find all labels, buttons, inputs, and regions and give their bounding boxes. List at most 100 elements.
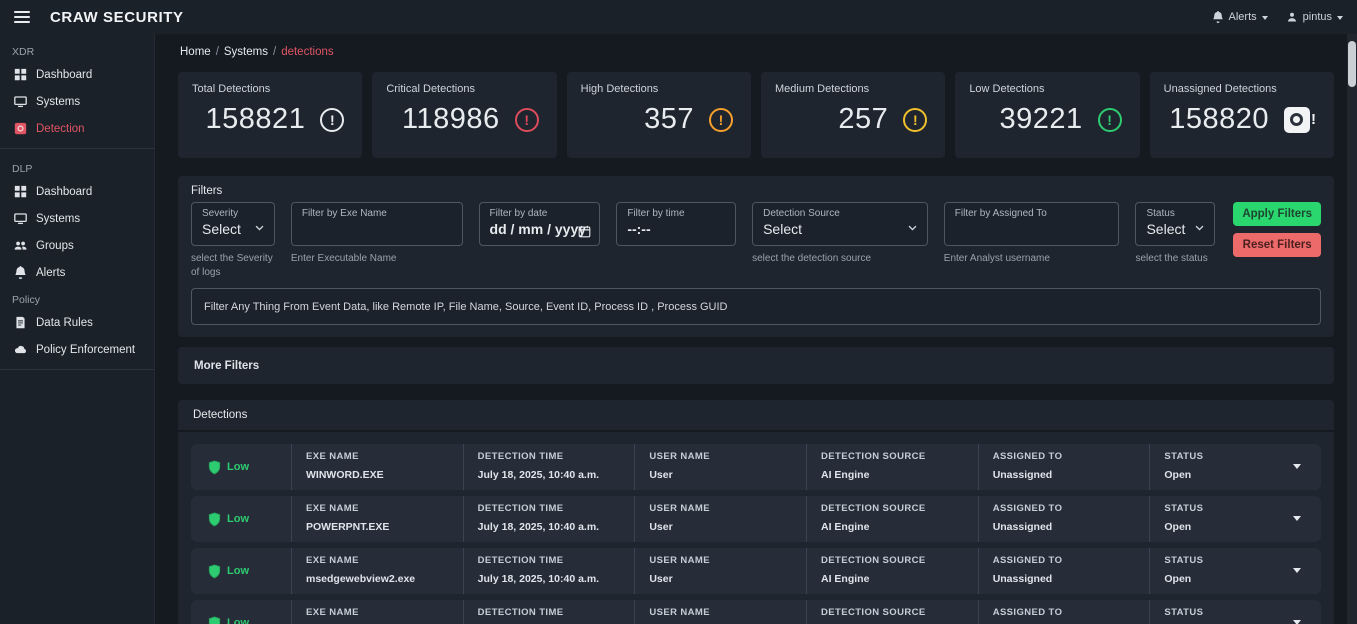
breadcrumb-separator: / — [216, 46, 219, 58]
calendar-icon[interactable] — [578, 225, 591, 243]
user-name-cell: USER NAME User — [634, 444, 806, 490]
column-header: DETECTION TIME — [478, 503, 635, 514]
column-header: STATUS — [1164, 607, 1321, 618]
breadcrumb-home[interactable]: Home — [180, 46, 211, 58]
status-cell: STATUS Open — [1149, 548, 1321, 594]
detection-source-cell: DETECTION SOURCE AI Engine — [806, 600, 978, 624]
detection-source-cell: DETECTION SOURCE AI Engine — [806, 548, 978, 594]
exe-name-input[interactable]: Filter by Exe Name — [291, 202, 463, 246]
topbar: CRAW SECURITY Alerts pintus — [0, 0, 1357, 34]
filters-title: Filters — [191, 185, 1321, 197]
stat-card: Unassigned Detections 158820 ! — [1150, 72, 1334, 158]
exe-name-cell: EXE NAME POWERPNT.EXE — [291, 600, 463, 624]
chevron-down-icon — [1194, 220, 1205, 238]
sidebar-item-dlp-alerts[interactable]: Alerts — [0, 259, 154, 286]
detection-source-cell: DETECTION SOURCE AI Engine — [806, 496, 978, 542]
sidebar-item-xdr-systems[interactable]: Systems — [0, 88, 154, 115]
column-header: EXE NAME — [306, 451, 463, 462]
user-name-value: User — [649, 521, 806, 533]
menu-toggle-icon[interactable] — [14, 11, 30, 23]
stat-card-value: 158821 — [206, 103, 306, 136]
shield-icon — [207, 564, 222, 579]
apply-filters-button[interactable]: Apply Filters — [1233, 202, 1321, 226]
exe-name-value: WINWORD.EXE — [306, 469, 463, 481]
cloud-icon — [14, 343, 28, 356]
sidebar-section-xdr: XDR — [0, 38, 154, 61]
detection-time-value: July 18, 2025, 10:40 a.m. — [478, 521, 635, 533]
assigned-helper-text: Enter Analyst username — [944, 252, 1120, 266]
detection-source-select[interactable]: Detection Source Select — [752, 202, 928, 246]
stat-card-label: Low Detections — [969, 83, 1125, 95]
shield-icon — [207, 512, 222, 527]
reset-filters-button[interactable]: Reset Filters — [1233, 233, 1321, 257]
main-content: Home/Systems/detections Total Detections… — [155, 34, 1347, 624]
severity-badge: Low — [191, 496, 291, 542]
sidebar-item-dlp-groups[interactable]: Groups — [0, 232, 154, 259]
status-dropdown-caret-icon[interactable] — [1293, 568, 1301, 573]
severity-select[interactable]: Severity Select — [191, 202, 275, 246]
chevron-down-icon — [907, 220, 918, 238]
user-name-cell: USER NAME User — [634, 600, 806, 624]
assigned-to-cell: ASSIGNED TO Unassigned — [978, 600, 1150, 624]
severity-filter-group: Severity Select select the Severity of l… — [191, 202, 275, 279]
sidebar-item-label: Groups — [36, 240, 74, 252]
column-header: DETECTION SOURCE — [821, 451, 978, 462]
detection-source-select-label: Detection Source — [763, 208, 917, 219]
column-header: EXE NAME — [306, 555, 463, 566]
stat-card: Low Detections 39221 ! — [955, 72, 1139, 158]
alerts-dropdown[interactable]: Alerts — [1212, 11, 1268, 23]
column-header: EXE NAME — [306, 607, 463, 618]
scrollbar-thumb[interactable] — [1348, 41, 1356, 87]
user-dropdown[interactable]: pintus — [1286, 11, 1343, 23]
exe-helper-text: Enter Executable Name — [291, 252, 463, 266]
record-icon — [14, 122, 28, 135]
detection-time-value: July 18, 2025, 10:40 a.m. — [478, 469, 635, 481]
column-header: USER NAME — [649, 451, 806, 462]
status-dropdown-caret-icon[interactable] — [1293, 620, 1301, 624]
sidebar-item-label: Alerts — [36, 267, 65, 279]
sidebar-item-policy-data-rules[interactable]: Data Rules — [0, 309, 154, 336]
display-icon — [14, 212, 28, 225]
sidebar-item-policy-enforcement[interactable]: Policy Enforcement — [0, 336, 154, 363]
status-dropdown-caret-icon[interactable] — [1293, 464, 1301, 469]
sidebar-item-xdr-detection[interactable]: Detection — [0, 115, 154, 142]
date-input[interactable]: Filter by date dd / mm / yyyy — [479, 202, 601, 246]
detection-time-cell: DETECTION TIME July 18, 2025, 10:40 a.m. — [463, 444, 635, 490]
circle-exclamation-icon: ! — [320, 108, 344, 132]
severity-select-label: Severity — [202, 208, 264, 219]
detection-source-cell: DETECTION SOURCE AI Engine — [806, 444, 978, 490]
detection-source-value: AI Engine — [821, 469, 978, 481]
status-cell: STATUS Open — [1149, 600, 1321, 624]
assigned-to-value: Unassigned — [993, 521, 1150, 533]
more-filters-toggle[interactable]: More Filters — [178, 347, 1334, 384]
status-select[interactable]: Status Select — [1135, 202, 1215, 246]
sidebar-item-label: Dashboard — [36, 186, 92, 198]
stat-card-label: Critical Detections — [386, 83, 542, 95]
status-dropdown-caret-icon[interactable] — [1293, 516, 1301, 521]
time-input[interactable]: Filter by time --:-- — [616, 202, 736, 246]
sidebar-section-policy: Policy — [0, 286, 154, 309]
stat-card: Total Detections 158821 ! — [178, 72, 362, 158]
event-data-filter-input[interactable] — [191, 288, 1321, 325]
status-cell: STATUS Open — [1149, 496, 1321, 542]
people-icon — [14, 239, 28, 252]
detections-list: Low EXE NAME WINWORD.EXE DETECTION TIME … — [178, 432, 1334, 624]
source-helper-text: select the detection source — [752, 252, 928, 266]
stat-card: High Detections 357 ! — [567, 72, 751, 158]
sidebar-item-dlp-dashboard[interactable]: Dashboard — [0, 178, 154, 205]
sidebar-item-dlp-systems[interactable]: Systems — [0, 205, 154, 232]
stat-card: Medium Detections 257 ! — [761, 72, 945, 158]
filters-panel: Filters Severity Select select the Sever… — [178, 176, 1334, 337]
assigned-to-input[interactable]: Filter by Assigned To — [944, 202, 1120, 246]
detection-source-select-value: Select — [763, 221, 917, 237]
person-icon — [1286, 11, 1298, 23]
severity-label: Low — [227, 513, 249, 525]
status-value: Open — [1164, 521, 1321, 533]
sidebar-item-xdr-dashboard[interactable]: Dashboard — [0, 61, 154, 88]
page-scrollbar[interactable] — [1347, 34, 1357, 624]
sidebar-item-label: Detection — [36, 123, 85, 135]
detection-time-value: July 18, 2025, 10:40 a.m. — [478, 573, 635, 585]
assigned-to-cell: ASSIGNED TO Unassigned — [978, 496, 1150, 542]
breadcrumb: Home/Systems/detections — [180, 46, 1334, 58]
breadcrumb-systems[interactable]: Systems — [224, 46, 268, 58]
